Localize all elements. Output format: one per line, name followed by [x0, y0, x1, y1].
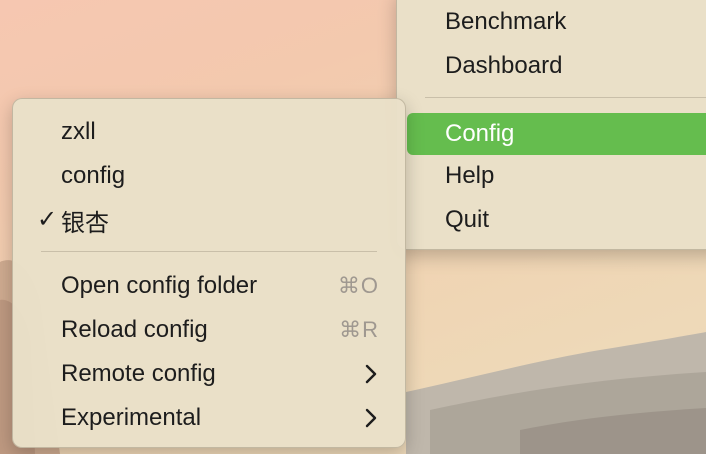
menu-item-help[interactable]: Help [407, 158, 706, 194]
open-config-folder-item[interactable]: Open config folder ⌘O [23, 268, 395, 304]
menu-item-label: Experimental [61, 404, 202, 431]
chevron-right-icon [365, 408, 377, 428]
experimental-item[interactable]: Experimental [23, 400, 395, 436]
menu-item-label: 银杏 [61, 209, 109, 237]
menu-item-config[interactable]: Config [407, 113, 706, 155]
menu-item-label: Config [445, 120, 515, 147]
config-profile-zxll[interactable]: zxll [23, 114, 395, 150]
menu-item-quit[interactable]: Quit [407, 202, 706, 238]
shortcut-label: ⌘O [337, 273, 379, 298]
menu-item-label: Benchmark [445, 8, 567, 35]
menu-item-label: Remote config [61, 360, 216, 387]
config-profile-yinxing[interactable]: ✓ 银杏 [23, 202, 395, 238]
main-menu: Benchmark Dashboard Config Help Quit [396, 0, 706, 250]
chevron-right-icon [365, 364, 377, 384]
config-submenu: zxll config ✓ 银杏 Open config folder ⌘O R… [12, 98, 406, 448]
config-profile-config[interactable]: config [23, 158, 395, 194]
menu-item-label: Reload config [61, 316, 208, 343]
menu-item-label: config [61, 162, 126, 189]
menu-item-label: Help [445, 162, 495, 189]
menu-item-dashboard[interactable]: Dashboard [407, 48, 706, 84]
menu-item-benchmark[interactable]: Benchmark [407, 4, 706, 40]
menu-item-label: zxll [61, 118, 96, 145]
checkmark-icon: ✓ [37, 206, 58, 233]
menu-separator [41, 251, 377, 252]
shortcut-label: ⌘R [339, 317, 379, 342]
menu-item-label: Open config folder [61, 272, 258, 299]
menu-item-label: Quit [445, 206, 490, 233]
reload-config-item[interactable]: Reload config ⌘R [23, 312, 395, 348]
menu-separator [425, 97, 706, 98]
menu-item-label: Dashboard [445, 52, 563, 79]
remote-config-item[interactable]: Remote config [23, 356, 395, 392]
